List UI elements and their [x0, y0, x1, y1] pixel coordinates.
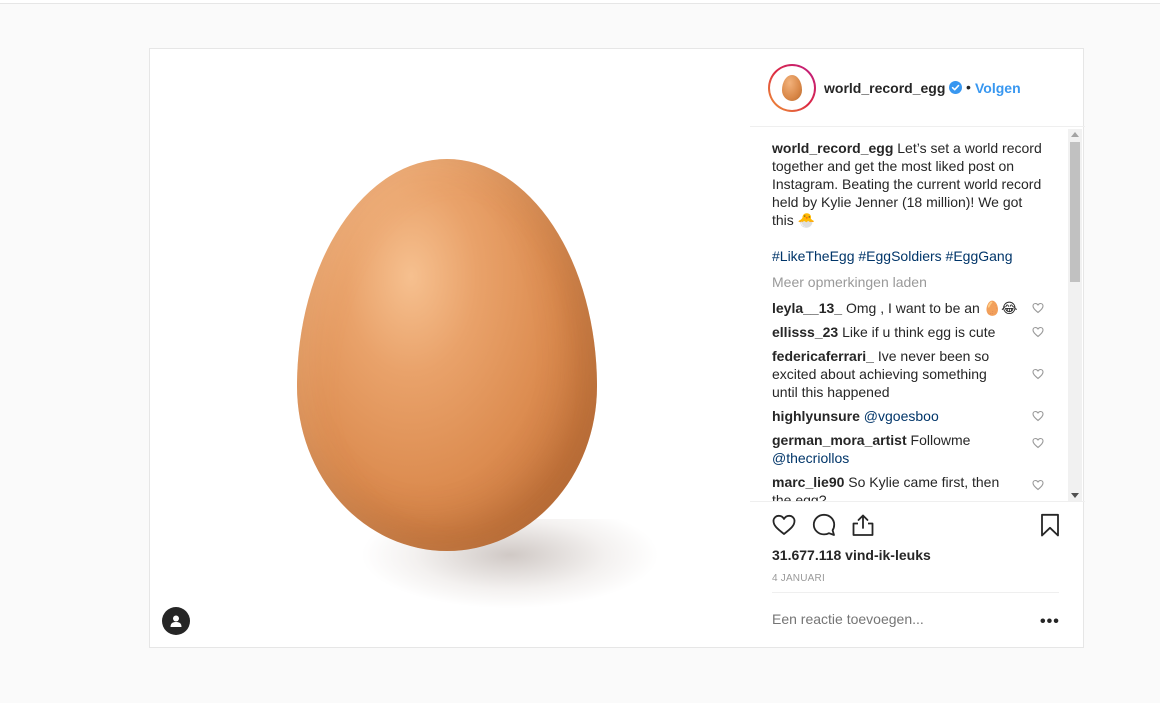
comments-scrollbar[interactable] [1068, 129, 1082, 501]
comment-row: ellisss_23 Like if u think egg is cute [772, 323, 1068, 341]
add-comment-input[interactable] [772, 611, 1012, 627]
comment-like-icon[interactable] [1032, 437, 1044, 449]
share-icon[interactable] [850, 512, 876, 538]
comment-author[interactable]: ellisss_23 [772, 324, 838, 340]
post-container: world_record_egg • Volgen world_record_e… [149, 48, 1085, 648]
separator-dot: • [966, 79, 971, 95]
comment-text: Like if u think egg is cute [842, 324, 996, 340]
tagged-user-icon[interactable] [162, 607, 190, 635]
comment-like-icon[interactable] [1032, 302, 1044, 314]
post-actions: 31.677.118 vind-ik-leuks 4 JANUARI ••• [750, 501, 1085, 647]
save-bookmark-icon[interactable] [1037, 512, 1063, 538]
comment-row: marc_lie90 So Kylie came first, then the… [772, 473, 1068, 501]
post-date: 4 JANUARI [772, 573, 825, 584]
post-header: world_record_egg • Volgen [750, 49, 1085, 127]
like-heart-icon[interactable] [771, 512, 797, 538]
comment-author[interactable]: leyla__13_ [772, 300, 842, 316]
scrollbar-thumb[interactable] [1070, 142, 1080, 282]
egg-photo [297, 159, 597, 551]
caption-author[interactable]: world_record_egg [772, 140, 893, 156]
comment-like-icon[interactable] [1032, 410, 1044, 422]
comment-row: german_mora_artist Followme @thecriollos [772, 431, 1068, 467]
load-more-comments[interactable]: Meer opmerkingen laden [772, 273, 927, 291]
comment-like-icon[interactable] [1032, 326, 1044, 338]
comment-row: leyla__13_ Omg , I want to be an 🥚😂 [772, 299, 1068, 317]
comment-mention[interactable]: @thecriollos [772, 450, 849, 466]
scroll-down-arrow-icon[interactable] [1071, 493, 1079, 498]
comments-list[interactable]: world_record_egg Let’s set a world recor… [772, 129, 1068, 501]
author-username[interactable]: world_record_egg [824, 80, 945, 96]
egg-avatar-icon [782, 75, 802, 101]
post-image[interactable] [150, 49, 750, 647]
post-caption: world_record_egg Let’s set a world recor… [772, 139, 1042, 229]
more-options-icon[interactable]: ••• [1040, 613, 1060, 631]
verified-badge-icon [949, 81, 962, 94]
comment-row: highlyunsure @vgoesboo [772, 407, 1068, 425]
comment-author[interactable]: federicaferrari_ [772, 348, 874, 364]
comment-author[interactable]: german_mora_artist [772, 432, 907, 448]
comment-author[interactable]: highlyunsure [772, 408, 860, 424]
likes-count[interactable]: 31.677.118 vind-ik-leuks [772, 547, 931, 563]
add-comment-bar: ••• [772, 592, 1059, 648]
browser-top-edge [0, 0, 1160, 4]
follow-button[interactable]: Volgen [975, 80, 1021, 96]
caption-hashtags[interactable]: #LikeTheEgg #EggSoldiers #EggGang [772, 247, 1013, 265]
comment-mention[interactable]: @vgoesboo [864, 408, 939, 424]
comment-like-icon[interactable] [1032, 368, 1044, 380]
comment-like-icon[interactable] [1032, 479, 1044, 491]
post-sidebar: world_record_egg • Volgen world_record_e… [750, 49, 1085, 647]
avatar[interactable] [768, 64, 816, 112]
scroll-up-arrow-icon[interactable] [1071, 132, 1079, 137]
comment-author[interactable]: marc_lie90 [772, 474, 844, 490]
comment-row: federicaferrari_ Ive never been so excit… [772, 347, 1068, 401]
comment-text: Omg , I want to be an 🥚😂 [845, 300, 1018, 316]
comment-text: Followme [910, 432, 971, 448]
comment-bubble-icon[interactable] [811, 512, 837, 538]
